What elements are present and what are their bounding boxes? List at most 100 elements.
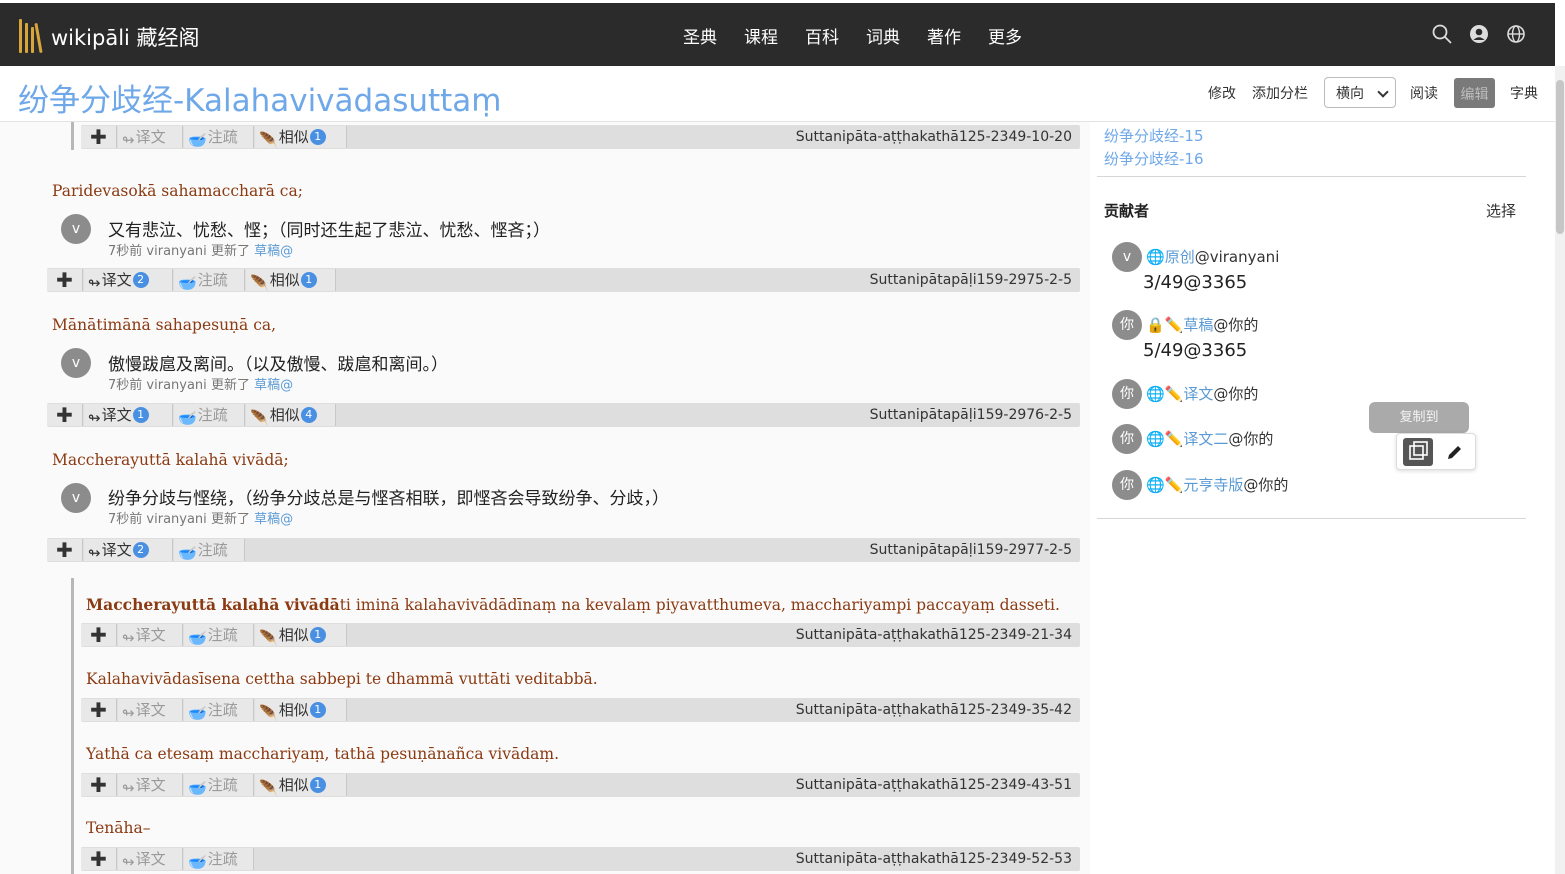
scrollbar-thumb[interactable] xyxy=(1556,80,1564,234)
bowl-icon: 🥣 xyxy=(178,544,197,562)
sentence-toolbar: ✚ ↬译文 2 🥣注疏 Suttanipātapāḷi159-2977-2-5 xyxy=(47,538,1080,562)
translation-button[interactable]: ↬译文 xyxy=(118,774,183,797)
channel-name-link[interactable]: 原创 xyxy=(1165,248,1195,266)
translation-icon: ↬ xyxy=(88,409,101,427)
commentary-button[interactable]: 🥣注疏 xyxy=(184,848,254,871)
nav-item-course[interactable]: 课程 xyxy=(744,23,778,48)
read-mode-button[interactable]: 阅读 xyxy=(1410,83,1438,103)
edit-mode-button[interactable]: 编辑 xyxy=(1454,77,1495,108)
translation-button[interactable]: ↬译文 2 xyxy=(84,539,173,562)
meta-time: 7秒前 xyxy=(108,244,143,259)
similar-button[interactable]: 🪶相似 1 xyxy=(255,774,347,797)
add-button[interactable]: ✚ xyxy=(81,774,117,796)
commentary-button[interactable]: 🥣注疏 xyxy=(184,699,254,722)
translation-button[interactable]: ↬译文 xyxy=(118,126,183,149)
similar-button[interactable]: 🪶相似 4 xyxy=(246,404,336,427)
add-button[interactable]: ✚ xyxy=(81,126,117,148)
channel-owner: @你的 xyxy=(1213,316,1259,334)
avatar[interactable]: v xyxy=(61,348,91,378)
add-button[interactable]: ✚ xyxy=(81,624,117,646)
commentary-button[interactable]: 🥣注疏 xyxy=(174,404,245,427)
commentary-button[interactable]: 🥣注疏 xyxy=(184,126,254,149)
sentence-toolbar: ✚ ↬译文 1 🥣注疏 🪶相似 4 Suttanipātapāḷi159-2976-… xyxy=(47,403,1080,427)
globe-icon[interactable] xyxy=(1506,24,1526,44)
contributor-item[interactable]: v 🌐原创@viranyani 3/49@3365 xyxy=(1112,242,1279,293)
channel-name-link[interactable]: 译文 xyxy=(1183,385,1213,403)
translation-button[interactable]: ↬译文 xyxy=(118,699,183,722)
nav-item-dictionary[interactable]: 词典 xyxy=(866,23,900,48)
nav-item-canon[interactable]: 圣典 xyxy=(683,23,717,48)
draft-link[interactable]: 草稿@ xyxy=(254,512,293,527)
add-button[interactable]: ✚ xyxy=(47,404,83,426)
copy-to-button[interactable] xyxy=(1403,438,1433,466)
add-button[interactable]: ✚ xyxy=(81,848,117,870)
meta-user: viranyani xyxy=(146,244,207,259)
add-column-button[interactable]: 添加分栏 xyxy=(1252,83,1308,103)
similar-button[interactable]: 🪶相似 1 xyxy=(255,624,347,647)
draft-link[interactable]: 草稿@ xyxy=(254,244,293,259)
commentary-sentence: Yathā ca etesaṃ macchariyaṃ, tathā pesuṇ… xyxy=(86,745,559,763)
sentence-id: Suttanipāta-aṭṭhakathā125-2349-35-42 xyxy=(795,702,1072,718)
nav-item-works[interactable]: 著作 xyxy=(927,23,961,48)
avatar: 你 xyxy=(1112,424,1142,454)
translation-text[interactable]: 傲慢跋扈及离间。（以及傲慢、跋扈和离间。） xyxy=(108,350,448,375)
search-icon[interactable] xyxy=(1432,24,1452,44)
commentary-button[interactable]: 🥣注疏 xyxy=(184,774,254,797)
edit-pencil-icon[interactable] xyxy=(1445,442,1465,466)
translation-button[interactable]: ↬译文 1 xyxy=(84,404,173,427)
similar-button[interactable]: 🪶相似 1 xyxy=(246,269,336,292)
add-button[interactable]: ✚ xyxy=(47,539,83,561)
translation-meta: 7秒前 viranyani 更新了 草稿@ xyxy=(108,240,293,259)
similar-label: 相似 xyxy=(278,776,309,794)
contributor-item[interactable]: 你 🔒✏️草稿@你的 5/49@3365 xyxy=(1112,310,1258,361)
translation-text[interactable]: 纷争分歧与悭绕，（纷争分歧总是与悭吝相联，即悭吝会导致纷争、分歧，） xyxy=(108,484,669,509)
translation-label: 译文 xyxy=(135,701,166,719)
channel-action-popover xyxy=(1396,433,1476,470)
avatar: 你 xyxy=(1112,310,1142,340)
avatar[interactable]: v xyxy=(61,483,91,513)
lock-icon: 🔒 xyxy=(1146,316,1165,334)
avatar: 你 xyxy=(1112,470,1142,500)
channel-name-link[interactable]: 草稿 xyxy=(1183,316,1213,334)
toc-link[interactable]: 纷争分歧经-16 xyxy=(1104,148,1204,169)
translation-button[interactable]: ↬译文 2 xyxy=(84,269,173,292)
add-button[interactable]: ✚ xyxy=(81,699,117,721)
user-icon[interactable] xyxy=(1469,24,1489,44)
globe-icon: 🌐 xyxy=(1146,385,1165,403)
dictionary-button[interactable]: 字典 xyxy=(1510,83,1538,103)
avatar[interactable]: v xyxy=(61,214,91,244)
add-button[interactable]: ✚ xyxy=(47,269,83,291)
translation-label: 译文 xyxy=(101,271,132,289)
translation-text[interactable]: 又有悲泣、忧愁、悭；（同时还生起了悲泣、忧愁、悭吝；） xyxy=(108,216,550,241)
toc-link[interactable]: 纷争分歧经-15 xyxy=(1104,125,1204,146)
channel-name-link[interactable]: 译文二 xyxy=(1183,430,1228,448)
sentence-id: Suttanipāta-aṭṭhakathā125-2349-21-34 xyxy=(795,627,1072,643)
orientation-select[interactable]: 横向 xyxy=(1324,77,1396,108)
contributor-item[interactable]: 你 🌐✏️元亨寺版@你的 xyxy=(1112,470,1288,500)
main-content: ✚ ↬译文 🥣注疏 🪶相似 1 Suttanipāta-aṭṭhakathā125… xyxy=(0,122,1090,874)
commentary-button[interactable]: 🥣注疏 xyxy=(174,269,245,292)
select-button[interactable]: 选择 xyxy=(1486,200,1516,221)
similar-icon: 🪶 xyxy=(250,274,269,292)
translation-count-badge: 1 xyxy=(132,407,149,423)
commentary-button[interactable]: 🥣注疏 xyxy=(184,624,254,647)
translation-button[interactable]: ↬译文 xyxy=(118,848,183,871)
contributor-item[interactable]: 你 🌐✏️译文二@你的 xyxy=(1112,424,1273,454)
translation-meta: 7秒前 viranyani 更新了 草稿@ xyxy=(108,374,293,393)
modify-button[interactable]: 修改 xyxy=(1208,83,1236,103)
similar-button[interactable]: 🪶相似 1 xyxy=(255,699,347,722)
draft-link[interactable]: 草稿@ xyxy=(254,378,293,393)
translation-button[interactable]: ↬译文 xyxy=(118,624,183,647)
commentary-label: 注疏 xyxy=(197,406,228,424)
nav-item-wiki[interactable]: 百科 xyxy=(805,23,839,48)
pencil-icon: ✏️ xyxy=(1164,316,1184,334)
commentary-label: 注疏 xyxy=(207,776,238,794)
channel-name-link[interactable]: 元亨寺版 xyxy=(1183,476,1243,494)
contributor-item[interactable]: 你 🌐✏️译文@你的 xyxy=(1112,379,1258,409)
sentence-id: Suttanipāta-aṭṭhakathā125-2349-43-51 xyxy=(795,777,1072,793)
brand-name: wikipāli 藏经阁 xyxy=(51,26,200,50)
similar-button[interactable]: 🪶相似 1 xyxy=(255,126,347,149)
brand-logo[interactable]: wikipāli 藏经阁 xyxy=(17,15,200,59)
nav-item-more[interactable]: 更多 xyxy=(988,23,1022,48)
commentary-button[interactable]: 🥣注疏 xyxy=(174,539,245,562)
